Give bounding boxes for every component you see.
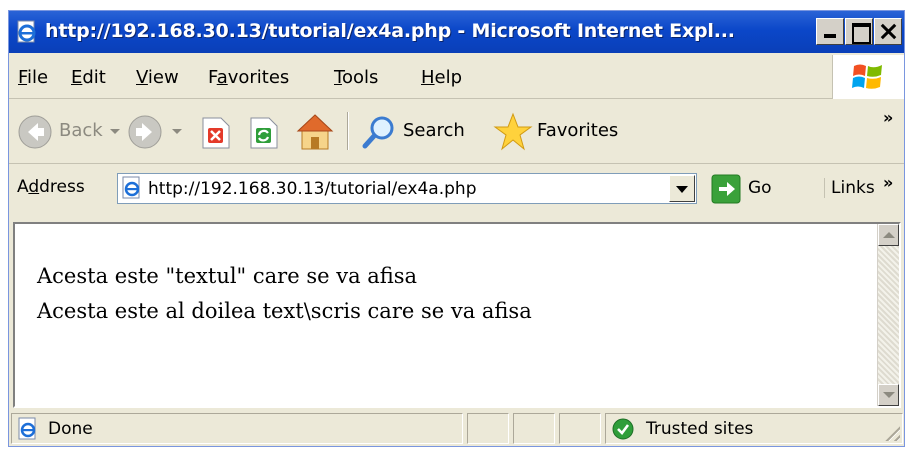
- page-content-area: Acesta este "textul" care se va afisa Ac…: [13, 222, 901, 408]
- ie-page-icon: [122, 176, 140, 199]
- address-dropdown-icon[interactable]: [669, 175, 695, 202]
- address-field[interactable]: [117, 173, 697, 204]
- address-input[interactable]: [148, 176, 668, 201]
- refresh-icon[interactable]: [247, 116, 279, 150]
- back-button-label[interactable]: Back: [59, 120, 103, 141]
- toolbar-overflow-chevron[interactable]: »: [883, 108, 893, 127]
- title-bar: http://192.168.30.13/tutorial/ex4a.php -…: [9, 11, 904, 53]
- home-icon[interactable]: [295, 112, 335, 152]
- close-icon[interactable]: [874, 18, 902, 45]
- forward-dropdown-icon[interactable]: [171, 128, 183, 136]
- address-bar: Address Go Links »: [9, 165, 904, 211]
- ie-page-icon: [18, 417, 36, 440]
- menu-bar: File Edit View Favorites Tools Help: [9, 57, 904, 99]
- content-line-2: Acesta este al doilea text\scris care se…: [37, 299, 532, 323]
- security-zone-label: Trusted sites: [646, 419, 754, 439]
- browser-window: http://192.168.30.13/tutorial/ex4a.php -…: [8, 10, 905, 447]
- trusted-check-icon: [612, 418, 634, 440]
- go-arrow-icon[interactable]: [711, 174, 741, 204]
- status-cell: [467, 413, 509, 444]
- links-toolbar-label[interactable]: Links: [824, 178, 875, 198]
- scroll-down-icon[interactable]: [878, 384, 899, 406]
- toolbar-separator: [347, 112, 349, 150]
- back-dropdown-icon[interactable]: [109, 128, 121, 136]
- minimize-icon[interactable]: [816, 18, 844, 45]
- menu-favorites[interactable]: Favorites: [208, 67, 289, 88]
- standard-toolbar: Back Search Favorites »: [9, 100, 904, 164]
- windows-logo-icon: [852, 64, 882, 89]
- content-line-1: Acesta este "textul" care se va afisa: [37, 264, 418, 288]
- stop-icon[interactable]: [199, 116, 231, 150]
- window-title: http://192.168.30.13/tutorial/ex4a.php -…: [45, 20, 735, 42]
- back-arrow-icon[interactable]: [17, 114, 53, 150]
- menu-view[interactable]: View: [136, 67, 179, 88]
- security-zone-cell: Trusted sites: [605, 413, 903, 444]
- menu-edit[interactable]: Edit: [71, 67, 106, 88]
- status-text: Done: [48, 419, 93, 439]
- status-cell: [513, 413, 555, 444]
- search-button-label[interactable]: Search: [403, 120, 465, 141]
- favorites-star-icon[interactable]: [493, 112, 533, 152]
- resize-grip-icon[interactable]: [882, 423, 900, 441]
- ie-page-icon: [17, 20, 36, 43]
- status-bar: Done Trusted sites: [9, 411, 904, 446]
- favorites-button-label[interactable]: Favorites: [537, 120, 618, 141]
- links-overflow-chevron[interactable]: »: [883, 173, 893, 192]
- maximize-icon[interactable]: [845, 18, 873, 45]
- windows-logo: [832, 55, 904, 99]
- address-label: Address: [17, 177, 85, 197]
- vertical-scrollbar[interactable]: [877, 224, 899, 406]
- menu-file[interactable]: File: [18, 67, 48, 88]
- scroll-up-icon[interactable]: [878, 224, 899, 246]
- status-main-cell: Done: [11, 413, 463, 444]
- menu-tools[interactable]: Tools: [334, 67, 378, 88]
- menu-help[interactable]: Help: [421, 67, 462, 88]
- search-magnifier-icon[interactable]: [361, 114, 397, 150]
- forward-arrow-icon[interactable]: [127, 114, 163, 150]
- status-cell: [559, 413, 601, 444]
- go-button-label[interactable]: Go: [748, 178, 772, 198]
